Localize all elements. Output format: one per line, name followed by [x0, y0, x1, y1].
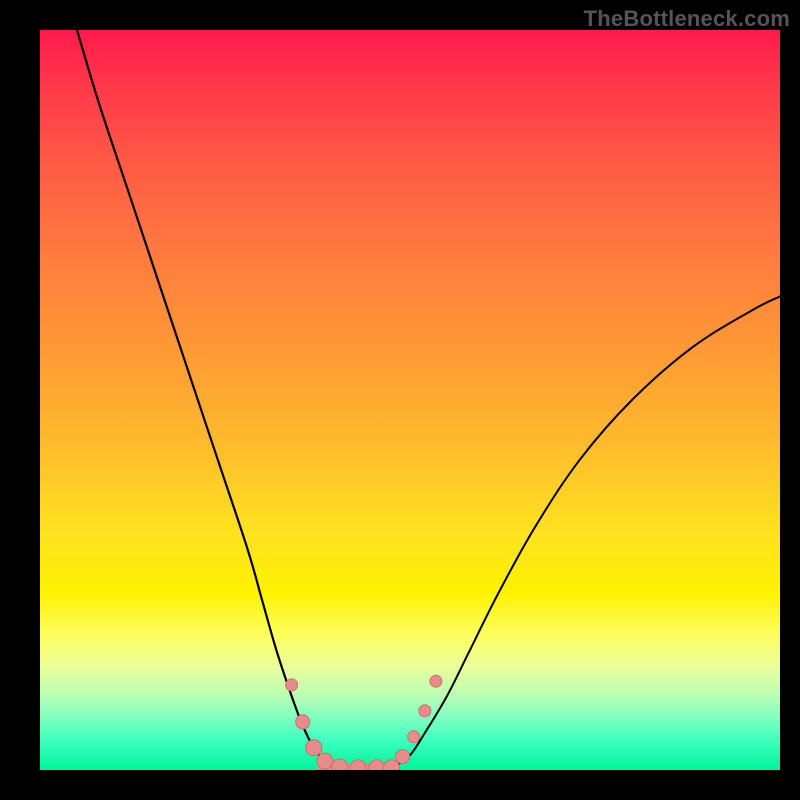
chart-svg [40, 30, 780, 770]
chart-frame: TheBottleneck.com [0, 0, 800, 800]
marker-point [419, 705, 431, 717]
marker-point [296, 715, 310, 729]
marker-point [350, 760, 366, 770]
marker-point [317, 753, 333, 769]
marker-point [408, 731, 420, 743]
plot-area [40, 30, 780, 770]
marker-point [396, 750, 410, 764]
marker-point [286, 679, 298, 691]
marker-point [430, 675, 442, 687]
marker-point [369, 760, 385, 770]
marker-point [332, 759, 348, 770]
marker-group [286, 675, 442, 770]
watermark-text: TheBottleneck.com [584, 6, 790, 32]
marker-point [306, 740, 322, 756]
curve-right-branch [395, 296, 780, 766]
curve-left-branch [77, 30, 336, 766]
